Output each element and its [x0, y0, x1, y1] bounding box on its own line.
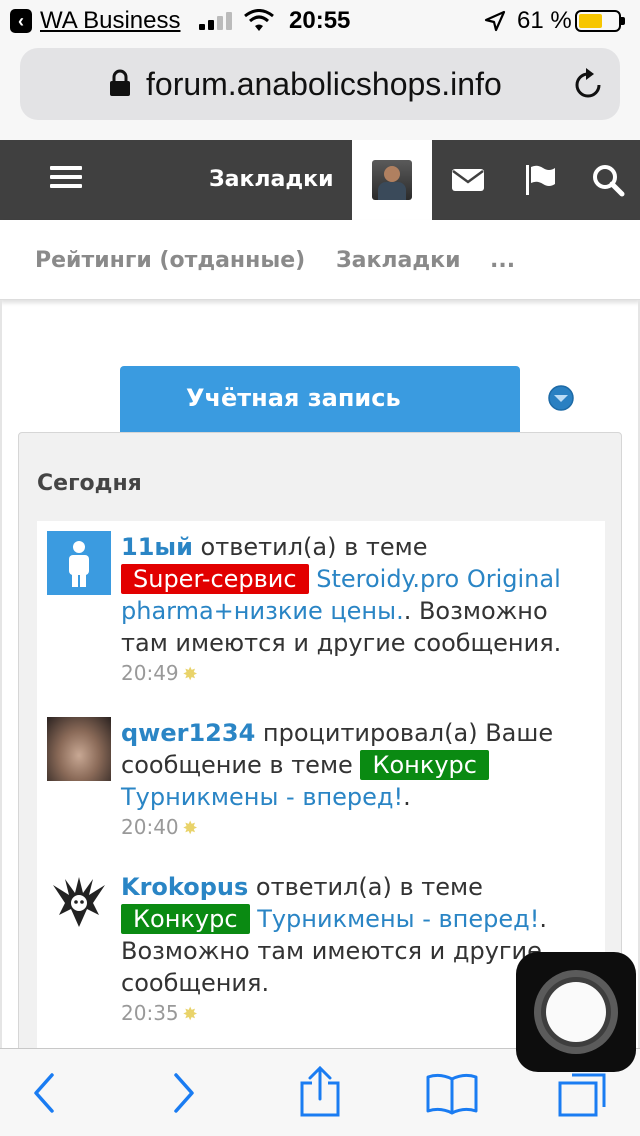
account-button-label: Учётная запись	[186, 384, 401, 412]
alert-time[interactable]: 20:40	[121, 815, 179, 839]
alert-action: ответил(а) в теме	[192, 533, 428, 561]
envelope-icon[interactable]	[450, 162, 486, 198]
alert-time[interactable]: 20:49	[121, 661, 179, 685]
alert-username[interactable]: 11ый	[121, 533, 193, 561]
alert-action: ответил(а) в теме	[248, 873, 483, 901]
account-dropdown-button[interactable]: Учётная запись	[120, 366, 574, 432]
alert-meta: 20:35 ✸	[121, 1001, 198, 1025]
flag-icon[interactable]	[522, 162, 558, 198]
alert-username[interactable]: Krokopus	[121, 873, 248, 901]
account-avatar-tab[interactable]	[352, 140, 432, 220]
back-icon[interactable]	[30, 1071, 58, 1115]
emblem-avatar[interactable]	[47, 871, 111, 935]
user-avatar	[372, 160, 412, 200]
forward-icon[interactable]	[170, 1071, 198, 1115]
new-alert-star-icon: ✸	[182, 664, 198, 685]
hamburger-menu-icon[interactable]	[50, 166, 82, 188]
tabs-icon[interactable]	[556, 1067, 612, 1117]
location-icon	[484, 10, 506, 32]
new-alert-star-icon: ✸	[182, 818, 198, 839]
clock: 20:55	[289, 7, 351, 34]
signal-icon	[199, 12, 235, 30]
tab-bookmarks[interactable]: Закладки	[336, 248, 460, 273]
bookmarks-icon[interactable]	[424, 1071, 480, 1115]
new-alert-star-icon: ✸	[182, 1004, 198, 1025]
lock-icon	[110, 69, 130, 96]
forum-navbar: Закладки	[0, 140, 640, 220]
back-app-link[interactable]: WA Business	[40, 7, 181, 35]
thread-link[interactable]: Турникмены - вперед!	[257, 905, 539, 933]
chevron-down-icon	[548, 385, 574, 411]
alert-username[interactable]: qwer1234	[121, 719, 255, 747]
share-icon[interactable]	[298, 1065, 342, 1119]
search-icon[interactable]	[590, 162, 626, 198]
address-bar[interactable]: forum.anabolicshops.info	[20, 48, 620, 120]
browser-chrome: forum.anabolicshops.info	[0, 42, 640, 140]
reload-icon[interactable]	[572, 66, 604, 100]
assistive-touch-button[interactable]	[516, 952, 636, 1072]
nav-bookmarks-link[interactable]: Закладки	[209, 167, 333, 192]
battery-icon	[575, 10, 625, 32]
alert-suffix: .	[403, 783, 411, 811]
back-to-app-icon[interactable]: ‹	[10, 9, 32, 33]
person-icon[interactable]	[47, 531, 111, 595]
wifi-icon	[244, 9, 274, 31]
photo-avatar[interactable]	[47, 717, 111, 781]
thread-link[interactable]: Турникмены - вперед!	[121, 783, 403, 811]
status-bar: ‹ WA Business 20:55 61 %	[0, 0, 640, 42]
account-subtabs: Рейтинги (отданные) Закладки ...	[0, 220, 640, 300]
alert-time[interactable]: 20:35	[121, 1001, 179, 1025]
alert-meta: 20:40 ✸	[121, 815, 198, 839]
tab-ratings-given[interactable]: Рейтинги (отданные)	[35, 248, 305, 273]
battery-percent: 61 %	[517, 7, 572, 34]
alert-text: 11ый ответил(а) в теме Super-сервис Ster…	[121, 531, 595, 659]
alert-text: qwer1234 процитировал(а) Ваше сообщение …	[121, 717, 595, 813]
thread-prefix-tag[interactable]: Конкурс	[121, 904, 250, 934]
tab-more[interactable]: ...	[490, 248, 515, 273]
url-text[interactable]: forum.anabolicshops.info	[146, 66, 502, 103]
thread-prefix-tag[interactable]: Super-сервис	[121, 564, 309, 594]
panel-heading: Сегодня	[37, 471, 142, 496]
alert-meta: 20:49 ✸	[121, 661, 198, 685]
thread-prefix-tag[interactable]: Конкурс	[360, 750, 489, 780]
